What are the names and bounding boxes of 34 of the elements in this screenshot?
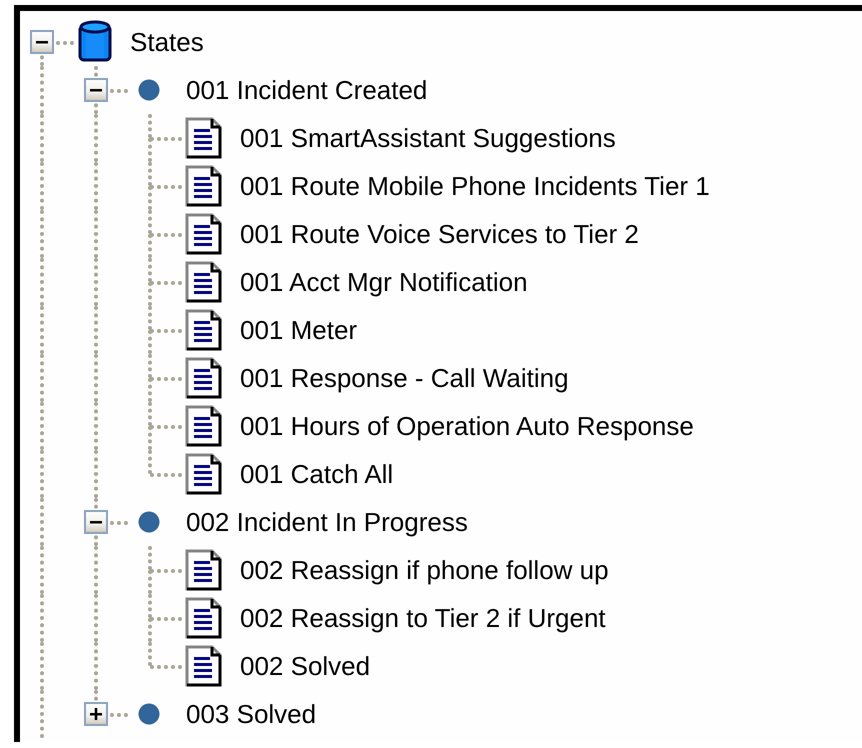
tree-item-label[interactable]: 001 Catch All: [240, 458, 394, 490]
collapse-button[interactable]: [30, 30, 54, 54]
tree-item-label[interactable]: States: [130, 26, 204, 58]
document-icon: [185, 645, 222, 687]
tree-item-label[interactable]: 001 Hours of Operation Auto Response: [240, 410, 694, 442]
collapse-button[interactable]: [84, 78, 108, 102]
dot-icon: [138, 703, 160, 725]
document-icon: [185, 213, 222, 255]
document-icon: [185, 165, 222, 207]
tree-item-label[interactable]: 001 SmartAssistant Suggestions: [240, 122, 616, 154]
expand-button[interactable]: [84, 702, 108, 726]
tree-item-label[interactable]: 002 Reassign to Tier 2 if Urgent: [240, 602, 606, 634]
collapse-button[interactable]: [84, 510, 108, 534]
tree-item-label[interactable]: 001 Incident Created: [186, 74, 428, 106]
tree-item-label[interactable]: 003 Solved: [186, 698, 316, 730]
document-icon: [185, 357, 222, 399]
tree-item-label[interactable]: 001 Meter: [240, 314, 358, 346]
document-icon: [185, 405, 222, 447]
dot-icon: [138, 79, 160, 101]
document-icon: [185, 453, 222, 495]
database-icon: [78, 20, 112, 64]
document-icon: [185, 261, 222, 303]
document-icon: [185, 597, 222, 639]
tree-item-label[interactable]: 002 Reassign if phone follow up: [240, 554, 609, 586]
dot-icon: [138, 511, 160, 533]
tree-item-label[interactable]: 001 Response - Call Waiting: [240, 362, 569, 394]
document-icon: [185, 117, 222, 159]
document-icon: [185, 309, 222, 351]
tree-item-label[interactable]: 001 Route Mobile Phone Incidents Tier 1: [240, 170, 710, 202]
tree-item-label[interactable]: 001 Acct Mgr Notification: [240, 266, 528, 298]
tree-item-label[interactable]: 002 Solved: [240, 650, 370, 682]
tree-item-label[interactable]: 002 Incident In Progress: [186, 506, 468, 538]
document-icon: [185, 549, 222, 591]
tree-item-label[interactable]: 001 Route Voice Services to Tier 2: [240, 218, 639, 250]
